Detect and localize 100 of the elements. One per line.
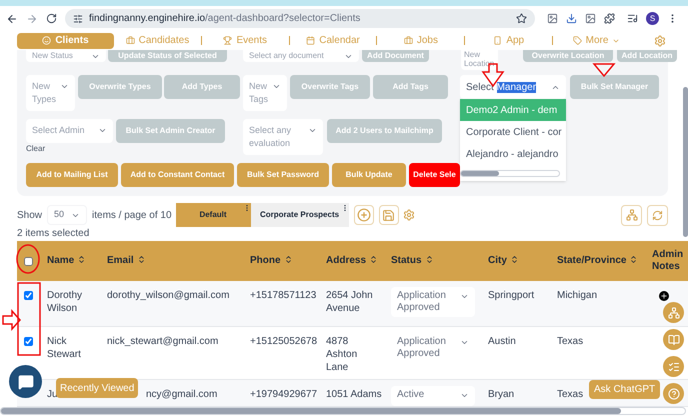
annotation-arrow bbox=[592, 63, 616, 78]
dropdown-option[interactable]: Alejandro - alejandro bbox=[460, 143, 566, 165]
sort-icon bbox=[136, 255, 146, 264]
nav-tab[interactable]: Candidates bbox=[124, 32, 192, 48]
row-checkbox[interactable] bbox=[24, 291, 33, 300]
sort-icon bbox=[424, 255, 434, 264]
row-checkbox[interactable] bbox=[24, 337, 33, 346]
column-header[interactable]: Email bbox=[107, 255, 243, 267]
extension-icon[interactable] bbox=[566, 13, 577, 24]
view-tab[interactable]: Default bbox=[176, 203, 251, 227]
action-button[interactable]: Bulk Set Manager bbox=[570, 75, 659, 99]
back-icon[interactable] bbox=[6, 12, 18, 24]
action-button[interactable]: Add 2 Users to Mailchimp bbox=[327, 119, 442, 143]
reload-icon[interactable] bbox=[46, 13, 57, 24]
refresh-button[interactable] bbox=[647, 204, 668, 226]
select-field[interactable]: New Types bbox=[26, 75, 75, 111]
nav-tab[interactable]: More bbox=[570, 32, 622, 48]
column-header[interactable]: State/Province bbox=[557, 255, 645, 267]
action-button[interactable]: Add Tags bbox=[373, 75, 448, 99]
table-cell: +15178571123 bbox=[250, 290, 316, 301]
settings-icon[interactable] bbox=[402, 209, 415, 221]
address-bar[interactable]: findingnanny.enginehire.io/agent-dashboard?selector=Clients bbox=[65, 9, 535, 28]
action-button[interactable]: Bulk Update bbox=[332, 163, 406, 187]
action-icon bbox=[668, 306, 680, 318]
status-select[interactable]: Application Approved bbox=[391, 287, 475, 317]
select-all-checkbox[interactable] bbox=[24, 256, 33, 266]
media-icon[interactable] bbox=[627, 13, 638, 24]
select-field[interactable]: New Status bbox=[26, 50, 106, 62]
status-select[interactable]: Active bbox=[391, 386, 475, 406]
nav-tab[interactable]: Jobs bbox=[402, 32, 440, 48]
show-label: Show bbox=[17, 208, 42, 222]
extensions-icon[interactable] bbox=[604, 13, 615, 24]
clear-link[interactable]: Clear bbox=[26, 144, 46, 154]
action-button[interactable]: Overwrite Location bbox=[523, 50, 613, 62]
select-field[interactable]: Select Admin bbox=[26, 119, 113, 143]
column-header[interactable]: Phone bbox=[250, 255, 319, 267]
select-field[interactable]: Select any document bbox=[243, 50, 359, 62]
caret-icon bbox=[460, 338, 469, 347]
extension-icon[interactable] bbox=[585, 13, 596, 24]
ask-chatgpt-button[interactable]: Ask ChatGPT bbox=[589, 380, 660, 399]
profile-avatar[interactable]: S bbox=[646, 12, 659, 25]
nav-tab[interactable]: Calendar bbox=[304, 32, 362, 48]
table-cell: +19794929677 bbox=[250, 389, 318, 400]
caret-icon bbox=[460, 292, 469, 301]
action-button[interactable]: Add Document bbox=[362, 50, 429, 62]
tab-icon bbox=[223, 36, 232, 45]
page-size-select[interactable]: 50 bbox=[47, 205, 88, 225]
tab-icon bbox=[306, 36, 316, 45]
select-field[interactable]: New Tags bbox=[243, 75, 287, 111]
table-cell: dorothy_wilson@gmail.com bbox=[107, 290, 230, 301]
extension-icon[interactable] bbox=[547, 13, 558, 24]
dropdown-option[interactable]: Demo2 Admin - dem bbox=[460, 99, 566, 121]
column-header[interactable]: Address bbox=[326, 255, 384, 267]
caret-icon bbox=[60, 82, 69, 91]
column-header[interactable]: Admin Notes bbox=[652, 249, 681, 273]
tab-icon bbox=[404, 36, 413, 45]
save-button[interactable] bbox=[378, 205, 399, 225]
add-button[interactable] bbox=[354, 205, 374, 225]
view-tab[interactable]: Corporate Prospects bbox=[250, 203, 349, 227]
table-cell: Austin bbox=[488, 336, 516, 347]
page-info: items / page of 10 bbox=[92, 208, 172, 222]
action-button[interactable]: Update Status of Selected bbox=[108, 50, 227, 62]
column-header[interactable]: Status bbox=[391, 255, 481, 267]
recently-viewed-button[interactable]: Recently Viewed bbox=[56, 378, 138, 398]
settings-icon[interactable] bbox=[654, 34, 666, 46]
sort-icon bbox=[369, 255, 378, 264]
hierarchy-icon bbox=[626, 209, 638, 221]
table-cell: +15125052678 bbox=[250, 336, 318, 347]
bookmark-star-icon[interactable] bbox=[516, 13, 527, 24]
action-button[interactable]: Bulk Set Admin Creator bbox=[116, 119, 225, 143]
add-note-button[interactable] bbox=[659, 291, 669, 301]
nav-tab[interactable]: Clients bbox=[17, 32, 114, 48]
action-button[interactable]: Add to Mailing List bbox=[26, 163, 118, 187]
site-settings-icon[interactable] bbox=[73, 14, 83, 24]
action-button[interactable]: Add Types bbox=[164, 75, 240, 99]
tab-icon bbox=[572, 36, 582, 45]
action-icon bbox=[668, 360, 680, 372]
column-header[interactable]: City bbox=[488, 255, 550, 267]
horizontal-scrollbar[interactable] bbox=[0, 407, 686, 415]
sort-icon bbox=[77, 255, 86, 264]
chat-button[interactable] bbox=[9, 365, 42, 398]
column-header[interactable]: Name bbox=[47, 255, 100, 267]
table-cell: Michigan bbox=[557, 290, 598, 301]
select-field[interactable]: Select any evaluation bbox=[243, 119, 323, 155]
action-button[interactable]: Bulk Set Password bbox=[237, 163, 329, 187]
horizontal-scrollbar[interactable] bbox=[460, 170, 560, 177]
nav-tab[interactable]: App bbox=[491, 32, 526, 48]
action-button[interactable]: Overwrite Types bbox=[78, 75, 162, 99]
nav-tab[interactable]: Events bbox=[221, 32, 270, 48]
table-cell: ncy@gmail.com bbox=[146, 389, 218, 400]
manager-select[interactable]: Select Manager bbox=[460, 75, 566, 99]
vertical-scrollbar[interactable] bbox=[683, 87, 688, 237]
action-button[interactable]: Delete Sele bbox=[409, 163, 460, 187]
action-button[interactable]: Overwrite Tags bbox=[290, 75, 370, 99]
forward-icon[interactable] bbox=[26, 12, 38, 24]
hierarchy-button[interactable] bbox=[621, 204, 642, 226]
action-icon bbox=[668, 388, 680, 400]
dropdown-option[interactable]: Corporate Client - cor bbox=[460, 121, 566, 143]
action-button[interactable]: Add to Constant Contact bbox=[121, 163, 234, 187]
action-button[interactable]: Add Location bbox=[617, 50, 677, 62]
